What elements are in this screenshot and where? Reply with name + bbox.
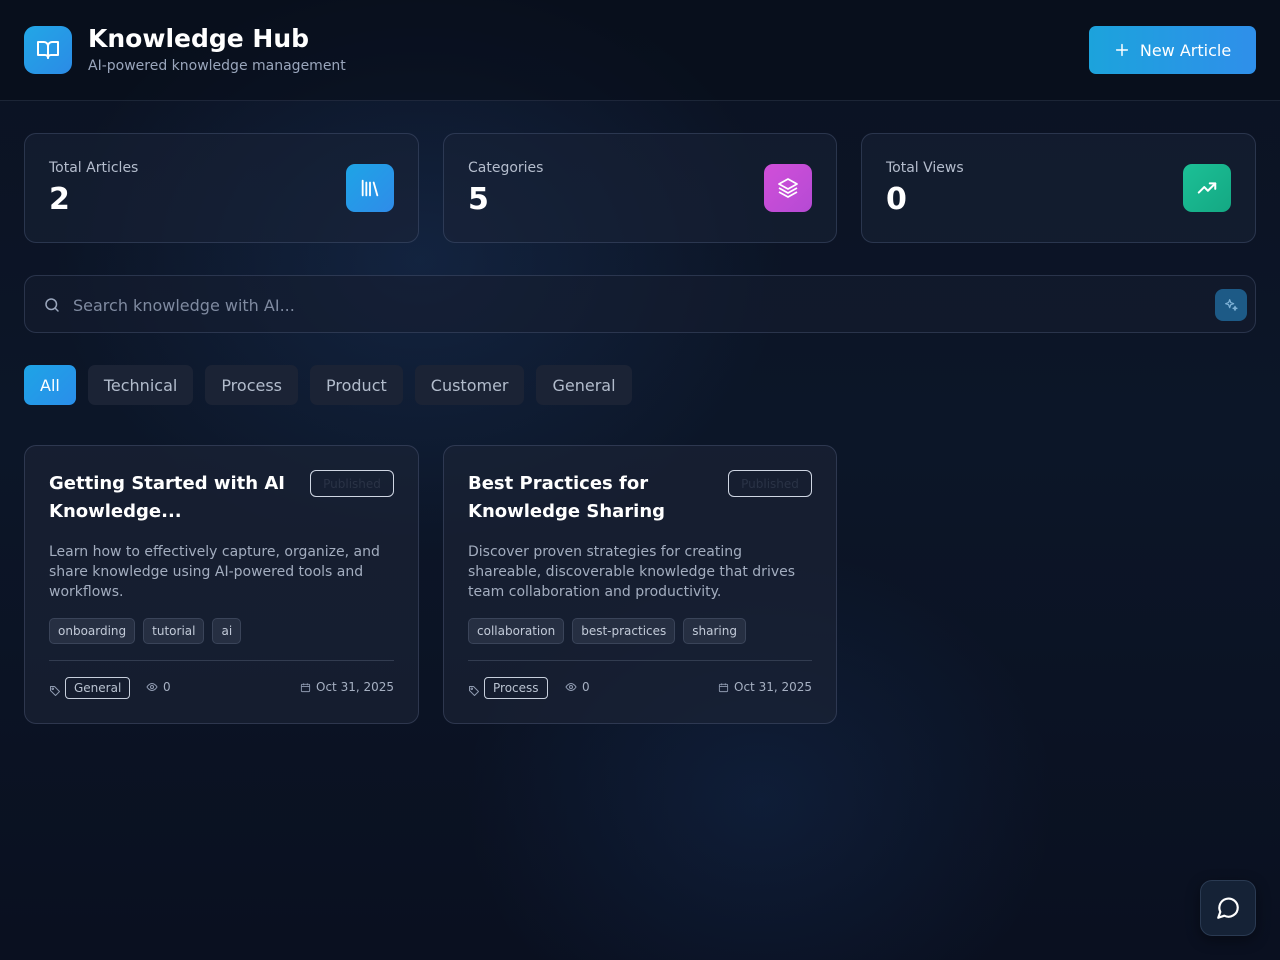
category-badge: General (65, 677, 131, 699)
article-description: Discover proven strategies for creating … (468, 544, 796, 600)
category-filters: All Technical Process Product Customer G… (24, 365, 632, 405)
new-article-button[interactable]: New Article (1089, 26, 1256, 74)
stat-card-categories: Categories 5 (443, 133, 837, 243)
article-tags: onboarding tutorial ai (49, 618, 242, 644)
search-icon (43, 296, 61, 318)
article-date-value: Oct 31, 2025 (316, 680, 394, 694)
tag-chip: ai (212, 618, 242, 644)
article-card[interactable]: Best Practices for Knowledge Sharing Pub… (443, 445, 837, 724)
card-divider (468, 660, 812, 661)
tag-chip: best-practices (572, 618, 676, 644)
filter-chip-process[interactable]: Process (205, 365, 299, 405)
stat-label: Categories (468, 160, 544, 176)
status-badge: Published (310, 470, 394, 497)
status-badge: Published (728, 470, 812, 497)
app-title: Knowledge Hub (88, 24, 310, 53)
category-badge: Process (484, 677, 548, 699)
chat-button[interactable] (1200, 880, 1256, 936)
trending-up-icon (1183, 164, 1231, 212)
view-count: 0 (565, 680, 590, 694)
calendar-icon (718, 682, 729, 692)
stat-card-total-articles: Total Articles 2 (24, 133, 419, 243)
view-count: 0 (146, 680, 171, 694)
card-divider (49, 660, 394, 661)
tag-icon (468, 682, 480, 701)
article-title: Getting Started with AI Knowledge... (49, 473, 285, 522)
article-footer: Process 0 Oct 31, 2025 (468, 677, 812, 699)
article-tags: collaboration best-practices sharing (468, 618, 746, 644)
tag-chip: onboarding (49, 618, 136, 644)
tag-chip: sharing (683, 618, 746, 644)
tag-chip: collaboration (468, 618, 565, 644)
ai-sparkle-button[interactable] (1215, 289, 1247, 321)
eye-icon (146, 682, 158, 692)
view-count-value: 0 (582, 680, 590, 694)
article-date: Oct 31, 2025 (300, 680, 394, 694)
stat-label: Total Articles (49, 160, 139, 176)
stat-value: 2 (49, 182, 70, 217)
stat-label: Total Views (886, 160, 964, 176)
app-subtitle: AI-powered knowledge management (88, 58, 346, 74)
message-circle-icon (1217, 897, 1239, 919)
view-count-value: 0 (163, 680, 171, 694)
stat-value: 0 (886, 182, 907, 217)
book-open-icon (24, 26, 72, 74)
new-article-label: New Article (1139, 40, 1232, 60)
search-bar (24, 275, 1256, 333)
eye-icon (565, 682, 577, 692)
article-date: Oct 31, 2025 (718, 680, 812, 694)
app-header: Knowledge Hub AI-powered knowledge manag… (0, 0, 1280, 101)
filter-chip-product[interactable]: Product (310, 365, 403, 405)
calendar-icon (300, 682, 311, 692)
stat-card-total-views: Total Views 0 (861, 133, 1256, 243)
layers-icon (764, 164, 812, 212)
filter-chip-general[interactable]: General (536, 365, 632, 405)
stat-value: 5 (468, 182, 489, 217)
library-icon (346, 164, 394, 212)
filter-chip-all[interactable]: All (24, 365, 76, 405)
article-date-value: Oct 31, 2025 (734, 680, 812, 694)
tag-chip: tutorial (143, 618, 205, 644)
sparkles-icon (1225, 299, 1238, 311)
search-input[interactable] (73, 288, 1193, 322)
filter-chip-technical[interactable]: Technical (87, 365, 194, 405)
article-title: Best Practices for Knowledge Sharing (468, 473, 666, 522)
plus-icon (1115, 43, 1128, 57)
article-description: Learn how to effectively capture, organi… (49, 544, 380, 600)
article-footer: General 0 Oct 31, 2025 (49, 677, 394, 699)
filter-chip-customer[interactable]: Customer (414, 365, 525, 405)
article-card[interactable]: Getting Started with AI Knowledge... Pub… (24, 445, 419, 724)
tag-icon (49, 682, 61, 701)
